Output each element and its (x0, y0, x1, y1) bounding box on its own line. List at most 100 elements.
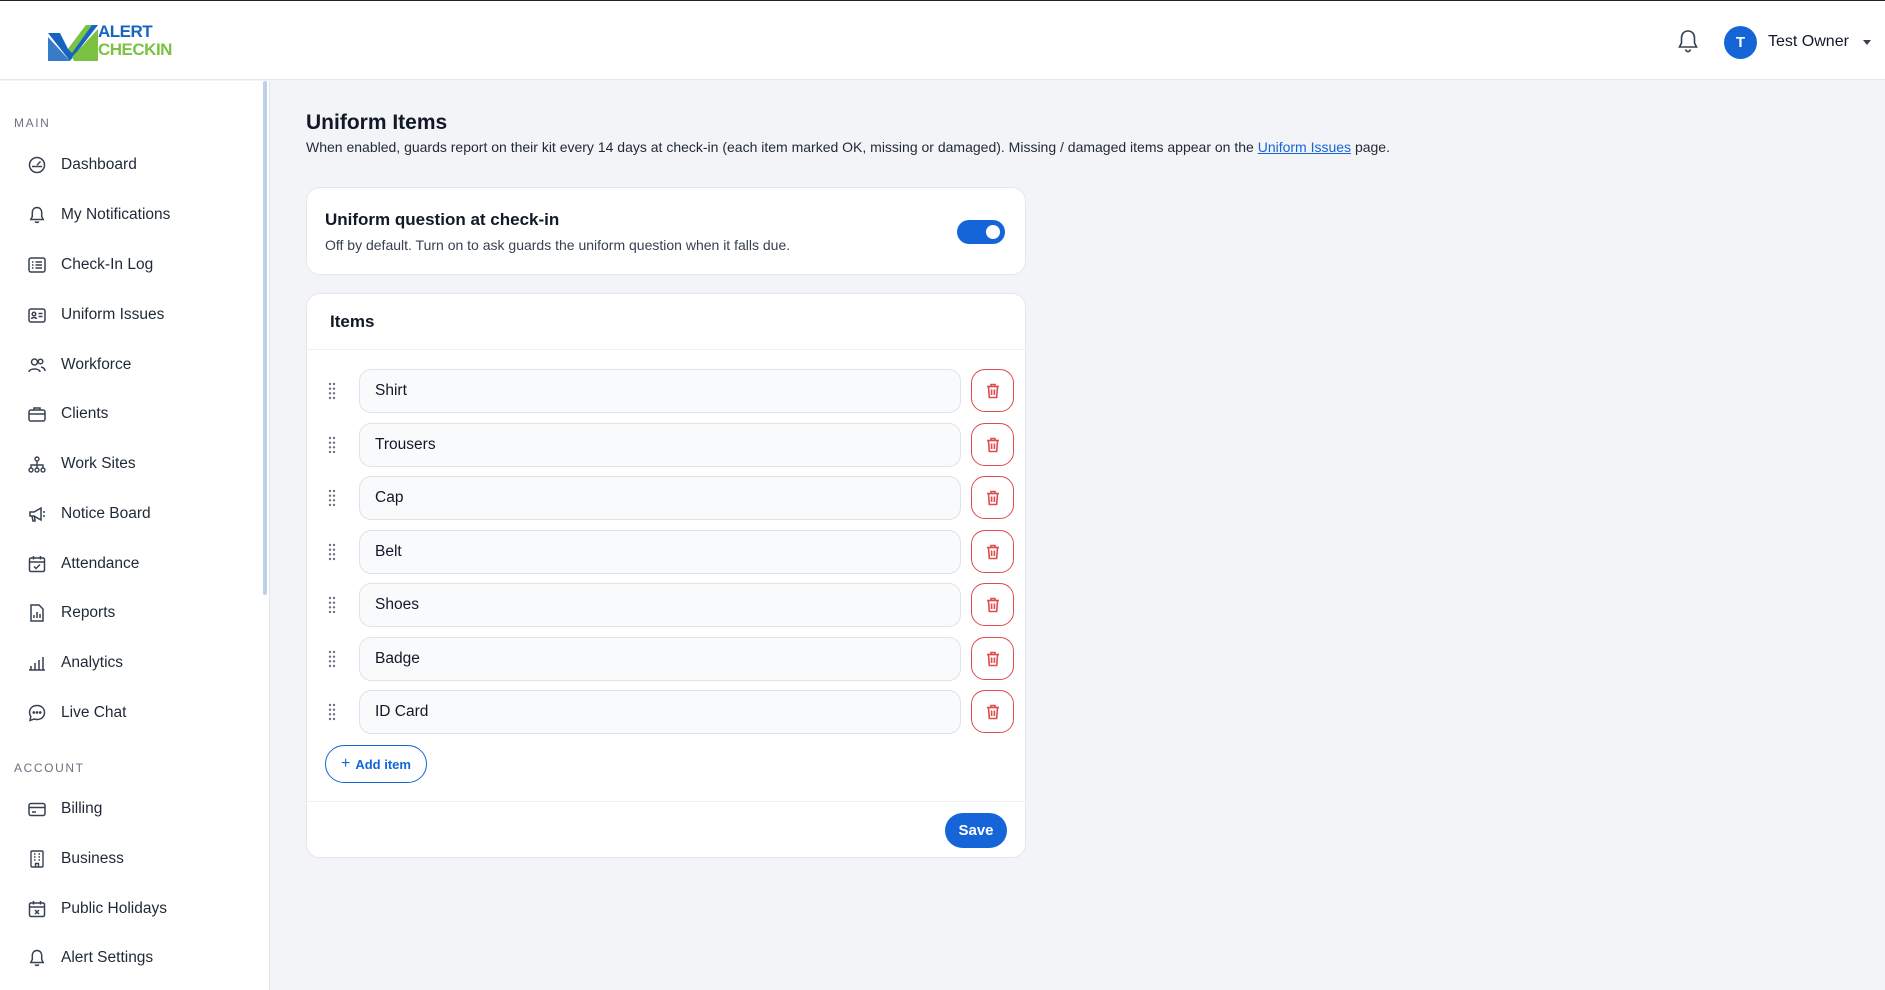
sidebar-item-workforce[interactable]: Workforce (14, 345, 254, 385)
sidebar-item-label: Attendance (61, 555, 140, 572)
report-icon (27, 603, 47, 623)
sidebar-item-uniform-issues[interactable]: Uniform Issues (14, 295, 254, 335)
card-divider (307, 801, 1025, 802)
user-menu[interactable]: T Test Owner (1724, 25, 1871, 59)
megaphone-icon (27, 504, 47, 524)
sidebar-item-label: Alert Settings (61, 949, 154, 966)
trash-icon (986, 597, 999, 612)
delete-item-button[interactable] (971, 690, 1014, 733)
sidebar-item-my-notifications[interactable]: My Notifications (14, 195, 254, 235)
save-button[interactable]: Save (945, 813, 1007, 848)
item-name-input[interactable] (359, 583, 961, 627)
drag-handle-icon[interactable] (328, 436, 336, 454)
sidebar-item-attendance[interactable]: Attendance (14, 544, 254, 584)
notifications-button[interactable] (1674, 27, 1702, 55)
drag-handle-icon[interactable] (328, 489, 336, 507)
page-title: Uniform Items (306, 111, 448, 134)
sidebar-scrollbar[interactable] (263, 81, 267, 595)
credit-card-icon (27, 799, 47, 819)
item-row (324, 690, 1014, 734)
sidebar-item-label: Work Sites (61, 455, 136, 472)
uniform-question-toggle[interactable] (957, 220, 1005, 244)
item-row (324, 476, 1014, 520)
uniform-question-title: Uniform question at check-in (325, 210, 560, 229)
item-row (324, 369, 1014, 413)
sidebar-item-label: Clients (61, 405, 109, 422)
sidebar: MAIN Dashboard My Notifications Check-In… (0, 81, 270, 990)
logo-text: ALERT CHECKIN (98, 23, 172, 59)
delete-item-button[interactable] (971, 369, 1014, 412)
bell-icon (1678, 30, 1698, 53)
calendar-check-icon (27, 554, 47, 574)
drag-handle-icon[interactable] (328, 596, 336, 614)
brand-logo[interactable]: ALERT CHECKIN (46, 21, 176, 63)
item-name-input[interactable] (359, 423, 961, 467)
top-bar: ALERT CHECKIN T Test Owner (0, 0, 1885, 80)
add-item-button[interactable]: + Add item (325, 745, 427, 783)
sidebar-item-clients[interactable]: Clients (14, 394, 254, 434)
delete-item-button[interactable] (971, 423, 1014, 466)
sidebar-item-work-sites[interactable]: Work Sites (14, 444, 254, 484)
delete-item-button[interactable] (971, 583, 1014, 626)
sidebar-item-dashboard[interactable]: Dashboard (14, 145, 254, 185)
sidebar-section-main: MAIN (14, 116, 51, 130)
sidebar-item-notice-board[interactable]: Notice Board (14, 494, 254, 534)
sidebar-item-label: Public Holidays (61, 900, 167, 917)
drag-handle-icon[interactable] (328, 543, 336, 561)
sidebar-item-billing[interactable]: Billing (14, 789, 254, 829)
sidebar-item-label: Workforce (61, 356, 132, 373)
plus-icon: + (341, 755, 351, 772)
item-row (324, 423, 1014, 467)
bar-chart-icon (27, 653, 47, 673)
delete-item-button[interactable] (971, 476, 1014, 519)
sidebar-item-business[interactable]: Business (14, 839, 254, 879)
logo-line-1: ALERT (98, 22, 153, 41)
calendar-x-icon (27, 899, 47, 919)
delete-item-button[interactable] (971, 530, 1014, 573)
delete-item-button[interactable] (971, 637, 1014, 680)
sidebar-item-label: Billing (61, 800, 103, 817)
add-item-label: Add item (355, 756, 411, 772)
trash-icon (986, 383, 999, 398)
drag-handle-icon[interactable] (328, 650, 336, 668)
item-name-input[interactable] (359, 369, 961, 413)
users-icon (27, 355, 47, 375)
id-card-icon (27, 305, 47, 325)
items-card-header: Items (307, 294, 1025, 350)
sidebar-item-label: Uniform Issues (61, 306, 165, 323)
drag-handle-icon[interactable] (328, 703, 336, 721)
toggle-knob (986, 225, 1000, 239)
chat-icon (27, 703, 47, 723)
item-name-input[interactable] (359, 690, 961, 734)
sidebar-item-reports[interactable]: Reports (14, 593, 254, 633)
sidebar-item-label: Business (61, 850, 124, 867)
sidebar-item-public-holidays[interactable]: Public Holidays (14, 889, 254, 929)
item-name-input[interactable] (359, 637, 961, 681)
item-row (324, 530, 1014, 574)
trash-icon (986, 490, 999, 505)
page-description: When enabled, guards report on their kit… (306, 139, 1390, 155)
item-row (324, 583, 1014, 627)
gauge-icon (27, 155, 47, 175)
sidebar-item-label: Dashboard (61, 156, 137, 173)
sidebar-item-label: Reports (61, 604, 116, 621)
sidebar-item-label: Live Chat (61, 704, 127, 721)
uniform-issues-link[interactable]: Uniform Issues (1258, 139, 1351, 155)
bell-icon (27, 205, 47, 225)
avatar: T (1724, 25, 1757, 59)
sidebar-item-label: Notice Board (61, 505, 151, 522)
sidebar-item-analytics[interactable]: Analytics (14, 643, 254, 683)
user-name: Test Owner (1768, 33, 1849, 50)
item-name-input[interactable] (359, 476, 961, 520)
bell-icon (27, 948, 47, 968)
drag-handle-icon[interactable] (328, 382, 336, 400)
sidebar-section-account: ACCOUNT (14, 761, 85, 775)
sidebar-item-check-in-log[interactable]: Check-In Log (14, 245, 254, 285)
chevron-down-icon (1862, 39, 1871, 45)
uniform-question-subtitle: Off by default. Turn on to ask guards th… (325, 237, 791, 253)
sidebar-item-live-chat[interactable]: Live Chat (14, 693, 254, 733)
item-name-input[interactable] (359, 530, 961, 574)
trash-icon (986, 704, 999, 719)
sidebar-item-alert-settings[interactable]: Alert Settings (14, 938, 254, 978)
trash-icon (986, 437, 999, 452)
